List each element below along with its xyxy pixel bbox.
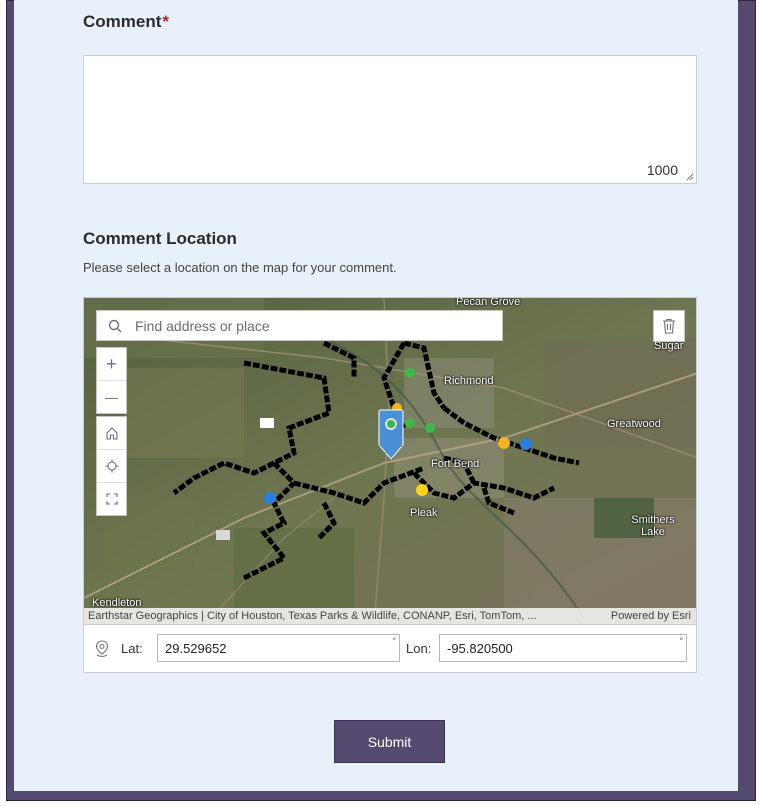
zoom-out-icon: —	[105, 389, 118, 405]
place-label: Fort Bend	[431, 458, 480, 470]
satellite-imagery	[84, 298, 696, 624]
home-button[interactable]	[97, 417, 126, 450]
location-marker-icon[interactable]	[378, 409, 404, 461]
fullscreen-icon	[105, 493, 118, 505]
map-view[interactable]: Pecan Grove Sugar Richmond Greatwood For…	[83, 297, 697, 625]
char-counter: 1000	[646, 162, 678, 178]
powered-by-link[interactable]: Powered by Esri	[611, 608, 691, 624]
locate-icon	[105, 459, 118, 473]
lat-label: Lat:	[121, 641, 143, 656]
lon-degree: °	[679, 636, 683, 646]
zoom-in-button[interactable]: +	[97, 348, 126, 381]
comment-title: Comment*	[83, 12, 170, 31]
address-search-input[interactable]	[133, 316, 497, 335]
required-mark: *	[162, 12, 170, 31]
attribution-text: Earthstar Geographics | City of Houston,…	[88, 610, 537, 622]
place-label: Pecan Grove	[456, 297, 521, 308]
place-label: Richmond	[444, 375, 494, 387]
lon-input[interactable]: -95.820500 °	[439, 634, 687, 662]
place-label: Pleak	[410, 507, 438, 519]
search-icon[interactable]	[97, 319, 133, 333]
locate-button[interactable]	[97, 450, 126, 483]
lat-input[interactable]: 29.529652 °	[157, 634, 400, 662]
home-icon	[105, 427, 118, 440]
lat-degree: °	[392, 636, 396, 646]
zoom-in-icon: +	[106, 353, 117, 374]
location-hint: Please select a location on the map for …	[83, 260, 397, 275]
submit-button[interactable]: Submit	[334, 720, 445, 763]
place-label: Smithers Lake	[631, 514, 675, 538]
map-toolbar-secondary	[96, 416, 127, 516]
map-search[interactable]	[96, 310, 503, 341]
place-label: Greatwood	[607, 418, 661, 430]
fullscreen-button[interactable]	[97, 483, 126, 515]
map-attribution: Earthstar Geographics | City of Houston,…	[84, 608, 696, 624]
location-title: Comment Location	[83, 229, 237, 248]
resize-handle-icon[interactable]	[686, 173, 694, 181]
clear-location-button[interactable]	[653, 310, 685, 342]
lon-label: Lon:	[406, 641, 432, 656]
map-toolbar: + —	[96, 347, 127, 414]
lon-value: -95.820500	[447, 641, 513, 656]
location-pin-icon	[95, 640, 109, 658]
coordinates-bar: Lat: 29.529652 ° Lon: -95.820500 °	[83, 625, 697, 673]
trash-icon	[663, 318, 675, 334]
lat-value: 29.529652	[165, 641, 227, 656]
zoom-out-button[interactable]: —	[97, 381, 126, 413]
comment-textarea[interactable]: 1000	[83, 55, 697, 184]
